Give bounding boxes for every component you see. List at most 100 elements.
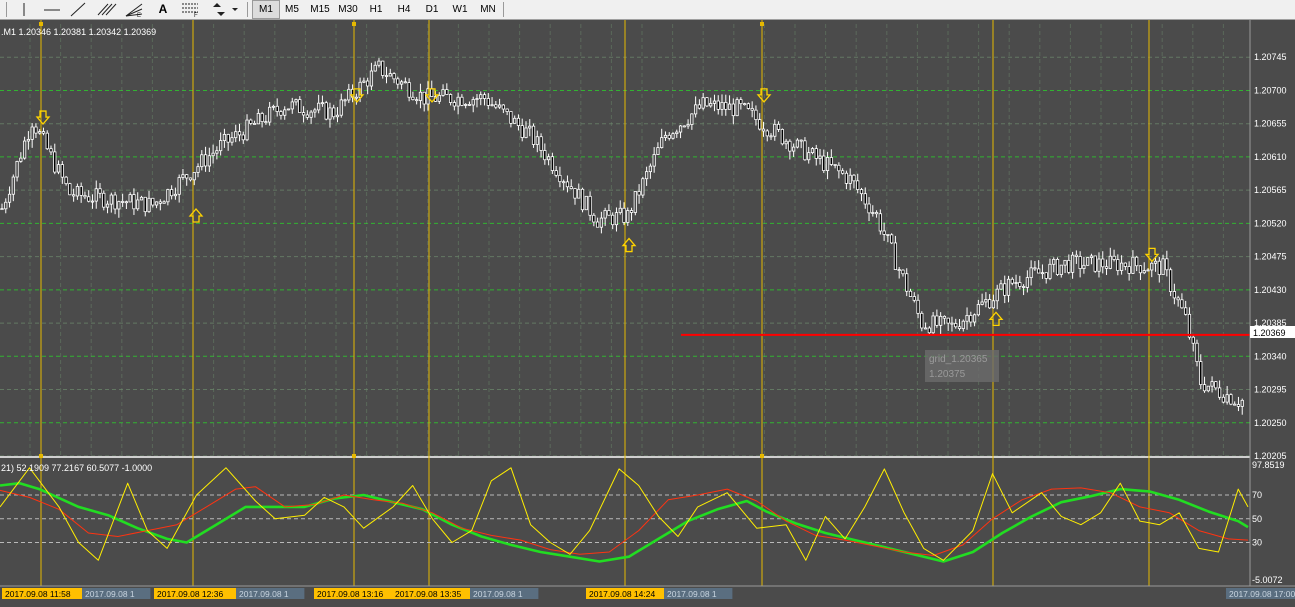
- candle-body: [1131, 256, 1135, 274]
- candle-body: [1025, 277, 1029, 288]
- fibonacci-retracement-icon[interactable]: F: [178, 1, 202, 19]
- candle-body: [1120, 262, 1124, 271]
- horizontal-line-icon[interactable]: [40, 1, 64, 18]
- candle-body: [203, 154, 208, 167]
- candle-body: [984, 299, 988, 303]
- arrow-tools-icon[interactable]: [208, 1, 240, 18]
- candle-body: [1172, 291, 1176, 299]
- candle-body: [780, 129, 784, 145]
- candle-body: [920, 312, 924, 329]
- timeframe-m30-button[interactable]: M30: [335, 0, 361, 19]
- candle-body: [162, 201, 166, 204]
- candle-body: [72, 194, 76, 197]
- candle-body: [705, 97, 709, 107]
- candle-body: [603, 210, 607, 219]
- candle-body: [841, 170, 845, 174]
- yellow-indicator-line: [0, 467, 1249, 561]
- timeframe-h1-button[interactable]: H1: [363, 0, 389, 19]
- candle-body: [1055, 259, 1060, 275]
- candle-body: [663, 134, 668, 138]
- candle-body: [995, 288, 999, 302]
- candle-body: [343, 99, 347, 102]
- candle-body: [456, 96, 460, 107]
- line-handle[interactable]: [760, 454, 764, 458]
- timeframe-m15-button[interactable]: M15: [307, 0, 333, 19]
- candle-body: [614, 212, 619, 226]
- candle-body: [309, 111, 313, 118]
- candle-body: [1074, 254, 1078, 257]
- cursor-icon[interactable]: [12, 1, 36, 18]
- price-axis-label: 1.20745: [1254, 52, 1287, 62]
- line-handle[interactable]: [352, 454, 356, 458]
- candle-body: [56, 164, 61, 173]
- candle-body: [373, 64, 377, 72]
- candle-body: [275, 105, 279, 112]
- candle-body: [1127, 266, 1131, 274]
- tooltip-value: 1.20375: [929, 369, 966, 380]
- candle-body: [415, 99, 419, 102]
- candle-body: [592, 214, 596, 223]
- candle-body: [1033, 267, 1037, 270]
- candle-body: [863, 193, 867, 205]
- candle-body: [769, 135, 773, 138]
- candle-body: [833, 164, 837, 166]
- candle-body: [467, 104, 472, 106]
- timeframe-h4-button[interactable]: H4: [391, 0, 417, 19]
- candle-body: [550, 156, 554, 172]
- gann-fan-icon[interactable]: E: [122, 1, 146, 19]
- candle-body: [230, 137, 234, 143]
- candle-body: [117, 201, 121, 210]
- indicator-axis-label: 97.8519: [1252, 460, 1285, 470]
- candle-body: [4, 201, 8, 210]
- candle-body: [494, 104, 498, 108]
- candle-body: [565, 181, 570, 188]
- candle-body: [448, 94, 453, 103]
- candle-body: [1199, 361, 1203, 386]
- timeframe-m5-button[interactable]: M5: [279, 0, 305, 19]
- line-handle[interactable]: [760, 22, 764, 26]
- fibonacci-channel-icon[interactable]: [94, 1, 118, 18]
- time-axis-label: 2017.09.08 13:35: [395, 589, 461, 599]
- candle-body: [735, 99, 739, 117]
- candle-body: [317, 102, 321, 111]
- candle-body: [15, 161, 19, 178]
- candle-body: [547, 156, 551, 161]
- toolbar-separator: [6, 2, 7, 17]
- text-tool-button[interactable]: A: [152, 0, 174, 19]
- candle-body: [814, 148, 818, 159]
- candle-body: [724, 102, 728, 110]
- timeframe-d1-button[interactable]: D1: [419, 0, 445, 19]
- candle-body: [946, 317, 950, 324]
- candle-body: [1037, 268, 1041, 274]
- candle-body: [245, 119, 249, 141]
- candle-body: [516, 117, 521, 126]
- candle-body: [750, 108, 754, 111]
- candle-body: [588, 195, 592, 216]
- candle-body: [637, 191, 641, 196]
- line-handle[interactable]: [352, 22, 356, 26]
- toolbar-separator: [247, 2, 248, 17]
- candle-body: [185, 174, 189, 179]
- candle-body: [268, 106, 272, 123]
- price-chart[interactable]: 1.20745 1.20700 1.20655 1.20610 1.20565 1.205…: [0, 20, 1295, 607]
- candle-body: [192, 172, 196, 181]
- candle-body: [660, 137, 664, 148]
- line-handle[interactable]: [39, 454, 43, 458]
- candle-body: [935, 315, 939, 326]
- candle-body: [105, 203, 110, 208]
- line-handle[interactable]: [39, 22, 43, 26]
- candle-body: [765, 130, 769, 137]
- candle-body: [667, 134, 671, 139]
- candle-body: [41, 131, 46, 134]
- candle-body: [856, 180, 860, 190]
- timeframe-m1-button[interactable]: M1: [252, 0, 280, 19]
- timeframe-mn-button[interactable]: MN: [475, 0, 501, 19]
- candle-body: [60, 164, 64, 178]
- candle-body: [818, 155, 822, 159]
- candle-body: [53, 151, 57, 173]
- timeframe-w1-button[interactable]: W1: [447, 0, 473, 19]
- candle-body: [758, 119, 762, 130]
- trendline-icon[interactable]: [66, 1, 90, 18]
- candle-body: [132, 194, 136, 210]
- candle-body: [403, 81, 407, 84]
